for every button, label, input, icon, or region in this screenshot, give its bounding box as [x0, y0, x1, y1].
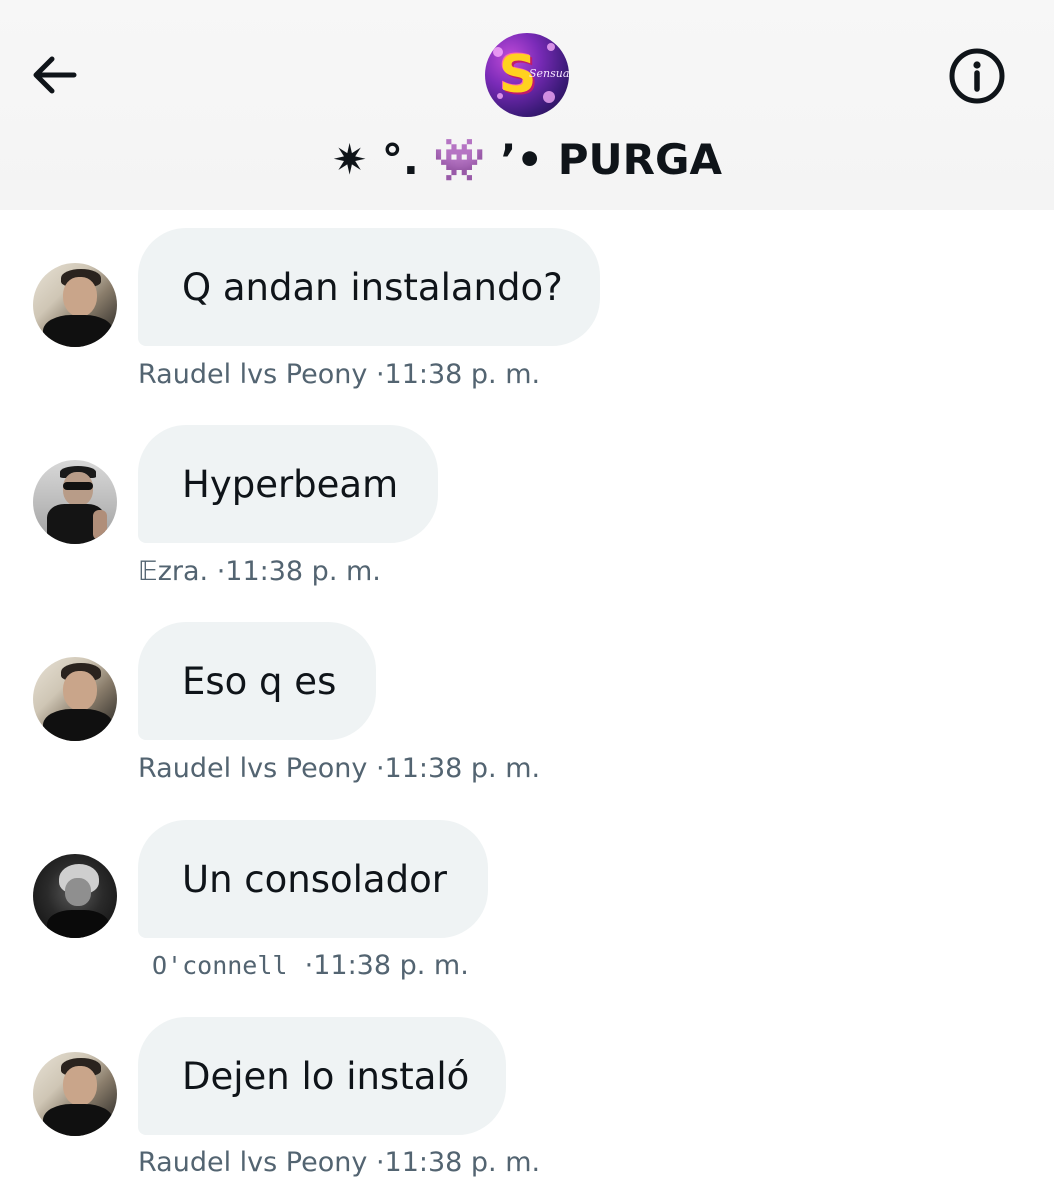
arrow-left-icon: [33, 56, 77, 94]
message-time: ·11:38 p. m.: [375, 1147, 541, 1178]
avatar[interactable]: [33, 657, 117, 741]
message-bubble[interactable]: Q andan instalando?: [138, 228, 600, 346]
message-bubble[interactable]: Un consolador: [138, 820, 488, 938]
message-text: Eso q es: [182, 659, 337, 703]
info-circle-icon: [949, 48, 1005, 104]
message-text: Un consolador: [182, 857, 447, 901]
message-time: ·11:38 p. m.: [304, 950, 469, 981]
avatar[interactable]: [33, 263, 117, 347]
chat-header: S Sensualfy ✷ °. 👾 ’• PURGA: [0, 0, 1054, 210]
message-meta: O'connell ·11:38 p. m.: [138, 949, 469, 983]
message-bubble[interactable]: Hyperbeam: [138, 425, 438, 543]
back-button[interactable]: [26, 50, 82, 100]
sender-name: 𝔼zra.: [138, 556, 209, 587]
sender-name: Raudel lvs Peony: [138, 1147, 368, 1178]
message-meta: Raudel lvs Peony ·11:38 p. m.: [138, 358, 540, 392]
avatar[interactable]: [33, 854, 117, 938]
avatar[interactable]: [33, 460, 117, 544]
avatar[interactable]: [33, 1052, 117, 1136]
message-meta: 𝔼zra. ·11:38 p. m.: [138, 555, 381, 589]
info-button[interactable]: [946, 45, 1008, 107]
message-text: Hyperbeam: [182, 462, 399, 506]
sender-name: O'connell: [152, 951, 288, 980]
message-time: ·11:38 p. m.: [216, 556, 381, 587]
message-meta: Raudel lvs Peony ·11:38 p. m.: [138, 752, 540, 786]
message-text: Q andan instalando?: [182, 265, 563, 309]
group-avatar[interactable]: S Sensualfy: [485, 33, 569, 117]
group-title-prefix: ✷ °.: [332, 135, 434, 184]
sender-name: Raudel lvs Peony: [138, 359, 368, 390]
alien-monster-icon: 👾: [433, 135, 486, 184]
message-text: Dejen lo instaló: [182, 1054, 470, 1098]
message-meta: Raudel lvs Peony ·11:38 p. m.: [138, 1146, 540, 1180]
message-time: ·11:38 p. m.: [375, 359, 541, 390]
sender-name: Raudel lvs Peony: [138, 753, 368, 784]
message-bubble[interactable]: Dejen lo instaló: [138, 1017, 506, 1135]
message-bubble[interactable]: Eso q es: [138, 622, 376, 740]
group-title-suffix: ’• PURGA: [485, 135, 722, 184]
group-avatar-script: Sensualfy: [529, 67, 569, 80]
group-title: ✷ °. 👾 ’• PURGA: [0, 132, 1054, 188]
message-time: ·11:38 p. m.: [375, 753, 541, 784]
